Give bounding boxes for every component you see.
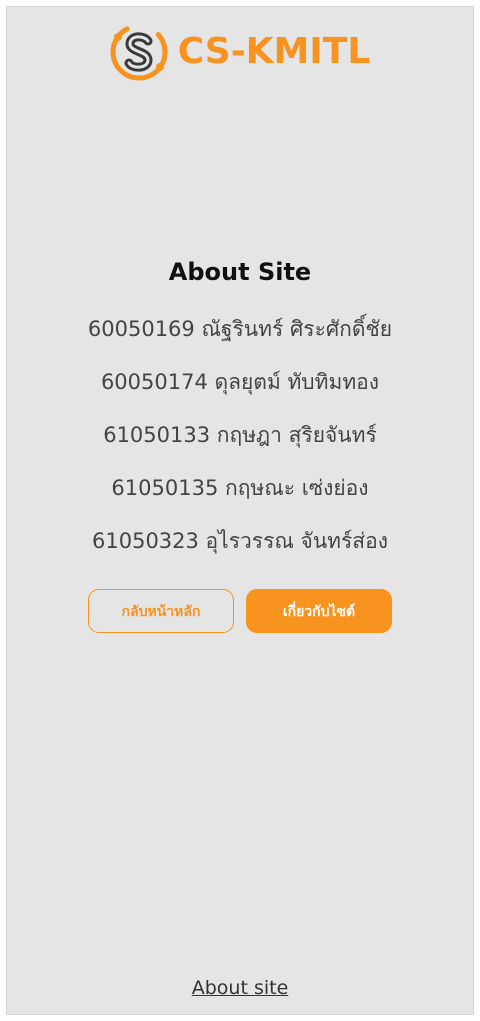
list-item: 61050133 กฤษฎา สุริยจันทร์ [103, 423, 377, 447]
member-list: 60050169 ณัฐรินทร์ ศิระศักดิ์ชัย 6005017… [7, 303, 473, 568]
list-item: 60050174 ดุลยุตม์ ทับทิมทอง [100, 370, 380, 394]
home-button[interactable]: กลับหน้าหลัก [88, 589, 234, 633]
about-site-link[interactable]: About site [7, 977, 473, 999]
list-item: 61050323 อุไรวรรณ จันทร์ส่อง [92, 529, 388, 553]
brand-name: CS-KMITL [177, 31, 371, 72]
list-item: 60050169 ณัฐรินทร์ ศิระศักดิ์ชัย [87, 317, 393, 341]
action-buttons: กลับหน้าหลัก เกี่ยวกับไซต์ [7, 589, 473, 633]
list-item: 61050135 กฤษณะ เซ่งย่อง [111, 476, 369, 500]
page-frame: CS-KMITL About Site 60050169 ณัฐรินทร์ ศ… [6, 6, 474, 1015]
cs-kmitl-logo-icon [110, 23, 168, 81]
about-content: About Site 60050169 ณัฐรินทร์ ศิระศักดิ์… [7, 255, 473, 633]
site-header[interactable]: CS-KMITL [7, 23, 473, 81]
page-title: About Site [168, 258, 312, 286]
about-button[interactable]: เกี่ยวกับไซต์ [246, 589, 392, 633]
